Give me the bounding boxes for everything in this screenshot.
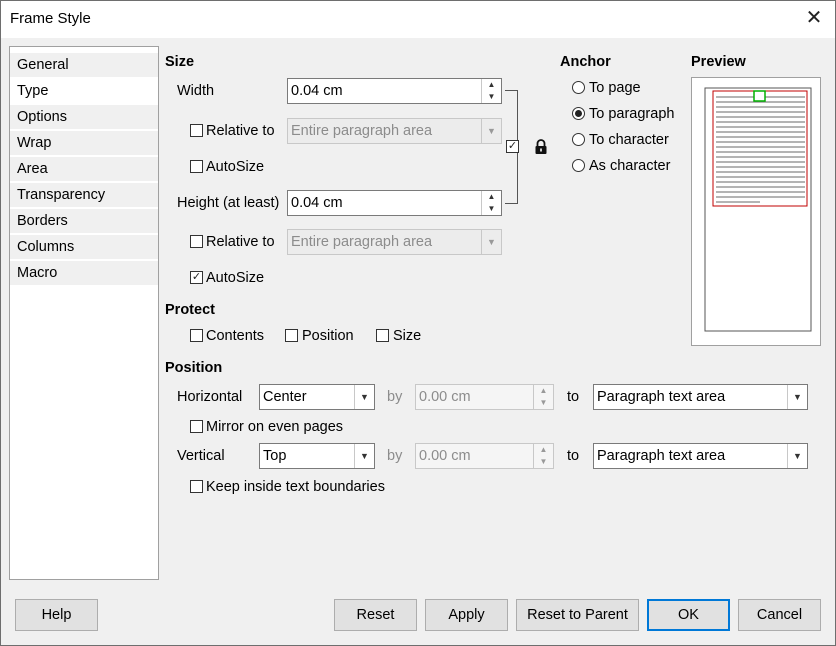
vertical-to-value: Paragraph text area [597, 448, 726, 464]
anchor-to-character-label: To character [589, 132, 669, 148]
apply-button[interactable]: Apply [425, 599, 508, 631]
anchor-heading: Anchor [560, 54, 611, 70]
height-value: 0.04 cm [291, 195, 343, 211]
height-autosize-checkbox[interactable]: ✓ [190, 271, 203, 284]
v-by-up-icon[interactable]: ▲ [534, 444, 553, 456]
vertical-select[interactable]: Top ▼ [259, 443, 375, 469]
protect-contents-label: Contents [206, 328, 265, 344]
horizontal-by-value: 0.00 cm [419, 389, 471, 405]
protect-position-checkbox[interactable] [285, 329, 298, 342]
width-autosize-checkbox[interactable] [190, 160, 203, 173]
size-heading: Size [165, 54, 195, 70]
width-relative-label: Relative to [206, 123, 275, 139]
v-by-down-icon[interactable]: ▼ [534, 456, 553, 468]
width-up-icon[interactable]: ▲ [482, 79, 501, 91]
height-relative-value: Entire paragraph area [291, 234, 433, 250]
horizontal-by-label: by [387, 389, 403, 405]
protect-heading: Protect [165, 302, 215, 318]
sidebar-item-area[interactable]: Area [10, 157, 158, 182]
mirror-even-pages-label: Mirror on even pages [206, 419, 344, 435]
reset-to-parent-button[interactable]: Reset to Parent [516, 599, 639, 631]
keep-ratio-checkbox[interactable]: ✓ [506, 140, 519, 153]
preview-page-graphic [704, 87, 812, 332]
horizontal-by-spinbox[interactable]: 0.00 cm ▲ ▼ [415, 384, 554, 410]
chevron-down-icon: ▼ [481, 119, 501, 143]
category-list: General Type Options Wrap Area Transpare… [9, 46, 159, 580]
vertical-value: Top [263, 448, 287, 464]
anchor-to-page-label: To page [589, 80, 641, 96]
width-relative-checkbox[interactable] [190, 124, 203, 137]
height-relative-checkbox[interactable] [190, 235, 203, 248]
chevron-down-icon: ▼ [354, 385, 374, 409]
height-down-icon[interactable]: ▼ [482, 203, 501, 215]
protect-size-checkbox[interactable] [376, 329, 389, 342]
sidebar-item-transparency[interactable]: Transparency [10, 183, 158, 208]
height-spinbox[interactable]: 0.04 cm ▲ ▼ [287, 190, 502, 216]
anchor-to-paragraph-radio[interactable] [572, 107, 585, 120]
horizontal-select[interactable]: Center ▼ [259, 384, 375, 410]
protect-position-label: Position [302, 328, 354, 344]
height-autosize-label: AutoSize [206, 270, 265, 286]
h-by-up-icon[interactable]: ▲ [534, 385, 553, 397]
help-button[interactable]: Help [15, 599, 98, 631]
chevron-down-icon: ▼ [787, 385, 807, 409]
keep-inside-label: Keep inside text boundaries [206, 479, 385, 495]
width-value: 0.04 cm [291, 83, 343, 99]
width-down-icon[interactable]: ▼ [482, 91, 501, 103]
vertical-to-select[interactable]: Paragraph text area ▼ [593, 443, 808, 469]
horizontal-to-value: Paragraph text area [597, 389, 726, 405]
ok-button[interactable]: OK [647, 599, 730, 631]
horizontal-to-label: to [567, 389, 580, 405]
sidebar-item-macro[interactable]: Macro [10, 261, 158, 286]
anchor-to-character-radio[interactable] [572, 133, 585, 146]
protect-size-label: Size [393, 328, 422, 344]
sidebar-item-options[interactable]: Options [10, 105, 158, 130]
window-title: Frame Style [10, 10, 91, 27]
vertical-label: Vertical [177, 448, 225, 464]
horizontal-label: Horizontal [177, 389, 243, 405]
keep-inside-checkbox[interactable] [190, 480, 203, 493]
mirror-even-pages-checkbox[interactable] [190, 420, 203, 433]
position-heading: Position [165, 360, 223, 376]
width-autosize-label: AutoSize [206, 159, 265, 175]
sidebar-item-columns[interactable]: Columns [10, 235, 158, 260]
width-relative-value: Entire paragraph area [291, 123, 433, 139]
sidebar-item-general[interactable]: General [10, 53, 158, 78]
chevron-down-icon: ▼ [787, 444, 807, 468]
width-relative-select[interactable]: Entire paragraph area ▼ [287, 118, 502, 144]
sidebar-item-borders[interactable]: Borders [10, 209, 158, 234]
horizontal-value: Center [263, 389, 307, 405]
width-label: Width [177, 83, 215, 99]
lock-icon [534, 139, 548, 155]
sidebar-item-type[interactable]: Type [10, 79, 158, 104]
height-relative-label: Relative to [206, 234, 275, 250]
reset-button[interactable]: Reset [334, 599, 417, 631]
cancel-button[interactable]: Cancel [738, 599, 821, 631]
h-by-down-icon[interactable]: ▼ [534, 397, 553, 409]
title-bar: Frame Style ✕ [0, 0, 836, 38]
anchor-as-character-label: As character [589, 158, 671, 174]
height-label: Height (at least) [177, 195, 280, 211]
sidebar-item-wrap[interactable]: Wrap [10, 131, 158, 156]
anchor-to-page-radio[interactable] [572, 81, 585, 94]
close-icon[interactable]: ✕ [804, 8, 824, 28]
height-relative-select[interactable]: Entire paragraph area ▼ [287, 229, 502, 255]
protect-contents-checkbox[interactable] [190, 329, 203, 342]
height-up-icon[interactable]: ▲ [482, 191, 501, 203]
anchor-as-character-radio[interactable] [572, 159, 585, 172]
chevron-down-icon: ▼ [354, 444, 374, 468]
vertical-to-label: to [567, 448, 580, 464]
chevron-down-icon: ▼ [481, 230, 501, 254]
vertical-by-label: by [387, 448, 403, 464]
vertical-by-value: 0.00 cm [419, 448, 471, 464]
preview-heading: Preview [691, 54, 746, 70]
width-spinbox[interactable]: 0.04 cm ▲ ▼ [287, 78, 502, 104]
anchor-to-paragraph-label: To paragraph [589, 106, 675, 122]
preview-pane [691, 77, 821, 346]
vertical-by-spinbox[interactable]: 0.00 cm ▲ ▼ [415, 443, 554, 469]
horizontal-to-select[interactable]: Paragraph text area ▼ [593, 384, 808, 410]
